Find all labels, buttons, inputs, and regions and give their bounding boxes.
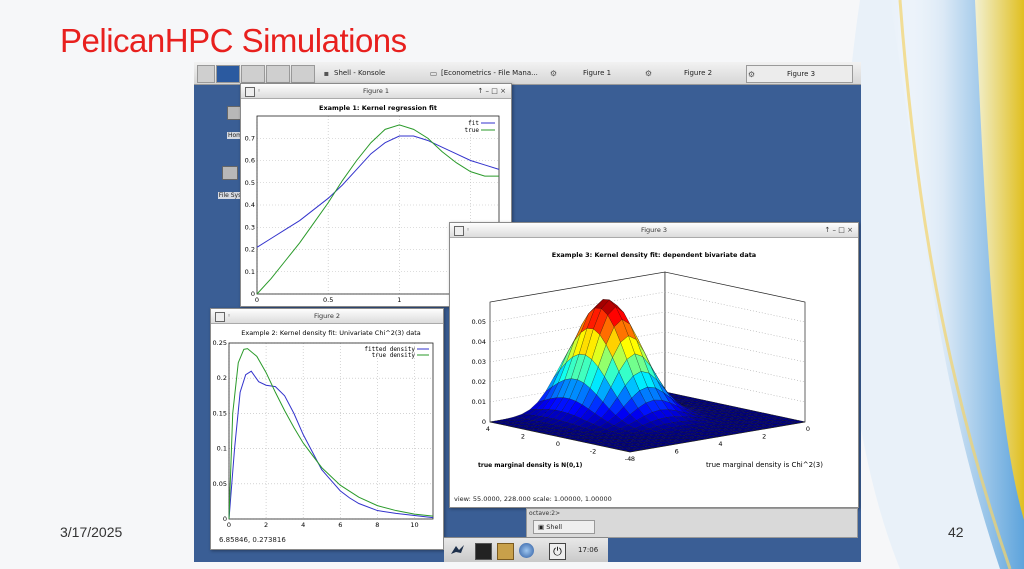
figure-2-y-tick-label: 0.15 (213, 409, 227, 417)
gear-icon: ⚙ (549, 68, 558, 78)
figure-3-view-status: view: 55.0000, 228.000 scale: 1.00000, 1… (454, 495, 612, 503)
figure-2-series-fitted-density (228, 370, 434, 520)
figure-2-coordinates: 6.85846, 0.273816 (219, 536, 286, 544)
figure-2-x-tick-label: 10 (410, 521, 418, 529)
figure-1-y-tick-label: 0.5 (245, 179, 255, 187)
shell-tab[interactable]: ▣ Shell (533, 520, 595, 534)
terminal-icon: ▪ (323, 68, 330, 78)
figure-1-y-tick-label: 0 (251, 290, 255, 298)
konsole-tray: octave:2> ▣ Shell (526, 508, 858, 538)
figure-2-x-tick-label: 0 (227, 521, 231, 529)
taskbar-item-figure-1[interactable]: ⚙ Figure 1 (549, 65, 639, 81)
figure-1-x-tick-label: 0.5 (323, 296, 333, 304)
figure-3-right-axis-tick-label: 2 (762, 433, 766, 441)
figure-3-z-tick-label: 0.04 (472, 338, 486, 346)
figure-3-titlebar[interactable]: ◦ Figure 3 ↑ – □ × (450, 223, 858, 238)
browser-launcher-icon[interactable] (519, 543, 534, 558)
folder-icon: ▭ (429, 68, 438, 78)
bottom-panel: ⏻ 17:06 (444, 537, 608, 562)
figure-1-y-tick-label: 0.2 (245, 246, 255, 254)
desktop-pager-3[interactable] (241, 65, 265, 83)
figure-3-left-axis-tick-label: 4 (486, 425, 490, 433)
figure-3-left-axis-tick-label: 2 (521, 433, 525, 441)
figure-3-right-axis-label: true marginal density is Chi^2(3) (706, 461, 823, 469)
figure-1-y-tick-label: 0.6 (245, 157, 255, 165)
figure-1-legend-label: fit (468, 120, 479, 127)
desktop-pager-4[interactable] (266, 65, 290, 83)
figure-1-legend-label: true (465, 127, 480, 134)
desktop-screenshot: ▪ Shell - Konsole ▭ [Econometrics - File M… (194, 62, 861, 562)
figure-3-z-tick-label: 0.03 (472, 358, 486, 366)
figure-1-y-tick-label: 0.7 (245, 134, 255, 142)
window-controls[interactable]: ↑ – □ × (477, 84, 506, 98)
figure-2-plot-frame (228, 342, 434, 520)
taskbar: ▪ Shell - Konsole ▭ [Econometrics - File M… (194, 62, 861, 85)
gear-icon: ⚙ (747, 69, 756, 79)
desktop-pager-1[interactable] (197, 65, 215, 83)
slide-date: 3/17/2025 (60, 524, 123, 540)
slide-title: PelicanHPC Simulations (60, 22, 407, 59)
taskbar-item-konsole[interactable]: ▪ Shell - Konsole (322, 65, 422, 81)
pelican-menu-icon[interactable] (450, 543, 465, 558)
figure-2-y-tick-label: 0.05 (213, 480, 227, 488)
figure-2-y-tick-label: 0 (223, 515, 227, 523)
figure-3-left-axis-tick-label: 0 (556, 440, 560, 448)
figure-3-left-axis-label: true marginal density is N(0,1) (478, 462, 583, 469)
figure-3-left-axis-tick-label: -2 (590, 448, 596, 456)
figure-1-title: Example 1: Kernel regression fit (319, 104, 437, 112)
taskbar-item-file-manager[interactable]: ▭ [Econometrics - File Mana... (429, 65, 539, 81)
figure-1-titlebar[interactable]: ◦ Figure 1 ↑ – □ × (241, 84, 511, 99)
terminal-launcher-icon[interactable] (475, 543, 492, 560)
figure-2-y-tick-label: 0.25 (213, 339, 227, 347)
window-controls[interactable]: ↑ – □ × (824, 223, 853, 237)
figure-3-window[interactable]: ◦ Figure 3 ↑ – □ × Example 3: Kernel den… (449, 222, 859, 508)
figure-2-x-tick-label: 6 (338, 521, 342, 529)
figure-2-x-tick-label: 4 (301, 521, 305, 529)
figure-3-title: Example 3: Kernel density fit: dependent… (552, 251, 756, 259)
power-icon[interactable]: ⏻ (549, 543, 566, 560)
figure-2-window[interactable]: ◦ Figure 2 Example 2: Kernel density fit… (210, 308, 444, 550)
figure-1-x-tick-label: 0 (255, 296, 259, 304)
figure-2-x-tick-label: 8 (375, 521, 379, 529)
figure-1-y-tick-label: 0.4 (245, 201, 255, 209)
figure-2-y-tick-label: 0.1 (217, 445, 227, 453)
file-manager-launcher-icon[interactable] (497, 543, 514, 560)
slide-page-number: 42 (948, 524, 964, 540)
figure-2-titlebar[interactable]: ◦ Figure 2 (211, 309, 443, 324)
figure-3-right-axis-tick-label: 0 (806, 425, 810, 433)
figure-2-plot: Example 2: Kernel density fit: Univariat… (213, 329, 434, 529)
figure-3-right-axis-tick-label: 6 (675, 448, 679, 456)
desktop-pager-2[interactable] (216, 65, 240, 83)
figure-3-right-axis-tick-label: 4 (718, 440, 722, 448)
terminal-icon: ▣ (538, 523, 545, 531)
figure-2-title: Example 2: Kernel density fit: Univariat… (241, 329, 421, 337)
gear-icon: ⚙ (644, 68, 653, 78)
figure-3-z-tick-label: 0.05 (472, 318, 486, 326)
drive-icon (222, 166, 238, 180)
figure-2-series-true-density (228, 348, 434, 520)
figure-1-y-tick-label: 0.3 (245, 223, 255, 231)
figure-2-y-tick-label: 0.2 (217, 374, 227, 382)
figure-1-y-tick-label: 0.1 (245, 268, 255, 276)
figure-3-z-tick-label: 0.01 (472, 398, 486, 406)
shell-prompt: octave:2> (529, 510, 561, 517)
figure-2-legend-label: true density (372, 352, 416, 359)
desktop-pager-5[interactable] (291, 65, 315, 83)
taskbar-item-figure-3[interactable]: ⚙ Figure 3 (746, 65, 853, 83)
figure-3-right-axis-tick-label: 8 (631, 455, 635, 463)
figure-2-x-tick-label: 2 (264, 521, 268, 529)
figure-3-z-tick-label: 0.02 (472, 378, 486, 386)
figure-1-x-tick-label: 1 (397, 296, 401, 304)
figure-3-plot: Example 3: Kernel density fit: dependent… (472, 251, 824, 469)
panel-clock: 17:06 (578, 546, 599, 554)
taskbar-item-figure-2[interactable]: ⚙ Figure 2 (644, 65, 739, 81)
